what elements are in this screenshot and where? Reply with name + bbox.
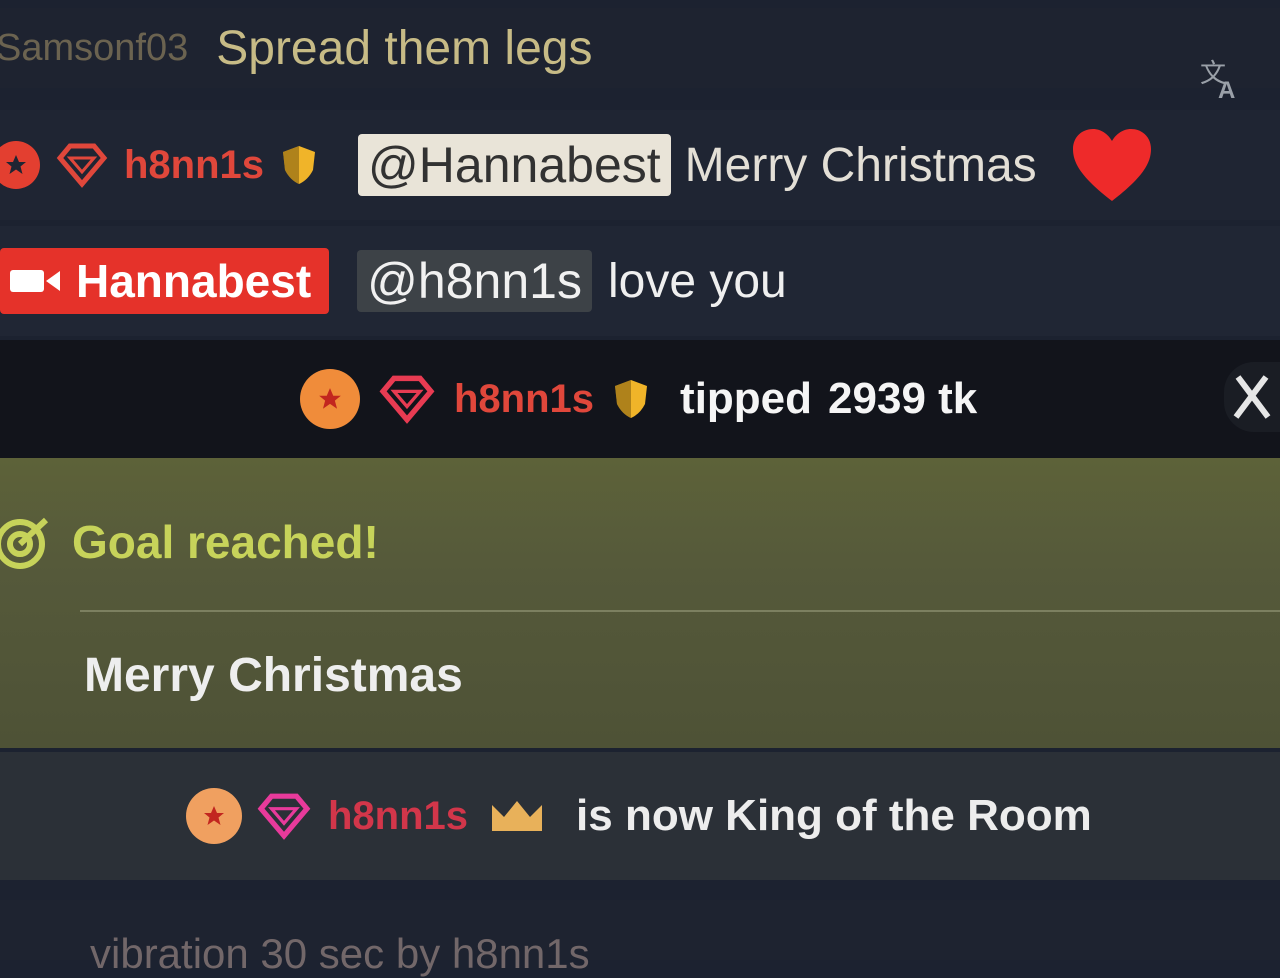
goal-description: Merry Christmas (84, 649, 463, 702)
divider (80, 610, 1280, 612)
tip-notification: h8nn1s tipped 2939 tk (0, 340, 1280, 458)
target-icon (0, 512, 54, 572)
tip-username[interactable]: h8nn1s (454, 377, 594, 422)
heart-icon (1071, 127, 1153, 203)
chat-message-text: love you (607, 254, 787, 308)
x-icon[interactable] (1224, 362, 1280, 432)
chat-message: Hannabest @h8nn1s love you (0, 226, 1280, 336)
chat-message-text: Merry Christmas (684, 138, 1037, 192)
partial-message-text: vibration 30 sec by h8nn1s (90, 930, 590, 977)
shield-icon (280, 144, 318, 186)
diamond-icon (376, 374, 438, 424)
king-notification: h8nn1s is now King of the Room (0, 752, 1280, 880)
tip-amount: 2939 tk (828, 374, 978, 423)
chat-message: Samsonf03 Spread them legs (0, 8, 1280, 88)
chat-username: Hannabest (76, 255, 312, 307)
diamond-icon (254, 792, 314, 840)
fan-badge-icon (186, 788, 242, 844)
goal-banner: Goal reached! Merry Christmas (0, 458, 1280, 748)
tip-text: tipped (680, 374, 813, 423)
diamond-icon (54, 142, 110, 188)
chat-username[interactable]: h8nn1s (124, 143, 264, 188)
host-badge[interactable]: Hannabest (0, 248, 330, 314)
king-text: is now King of the Room (576, 791, 1092, 840)
chat-message: h8nn1s @Hannabest Merry Christmas (0, 110, 1280, 220)
chat-username[interactable]: Samsonf03 (0, 27, 188, 70)
translate-icon[interactable]: 文 A (1198, 56, 1244, 107)
goal-title: Goal reached! (72, 516, 379, 568)
goal-header: Goal reached! (0, 512, 379, 572)
camera-icon (8, 266, 62, 296)
fan-badge-icon (300, 369, 360, 429)
chat-mention[interactable]: @h8nn1s (357, 250, 592, 312)
chat-message-text: Spread them legs (216, 21, 593, 75)
chat-mention[interactable]: @Hannabest (358, 134, 671, 196)
crown-icon (488, 797, 546, 835)
king-username[interactable]: h8nn1s (328, 794, 468, 839)
shield-icon (612, 378, 650, 420)
svg-text:A: A (1218, 77, 1235, 102)
fan-badge-icon (0, 141, 40, 189)
